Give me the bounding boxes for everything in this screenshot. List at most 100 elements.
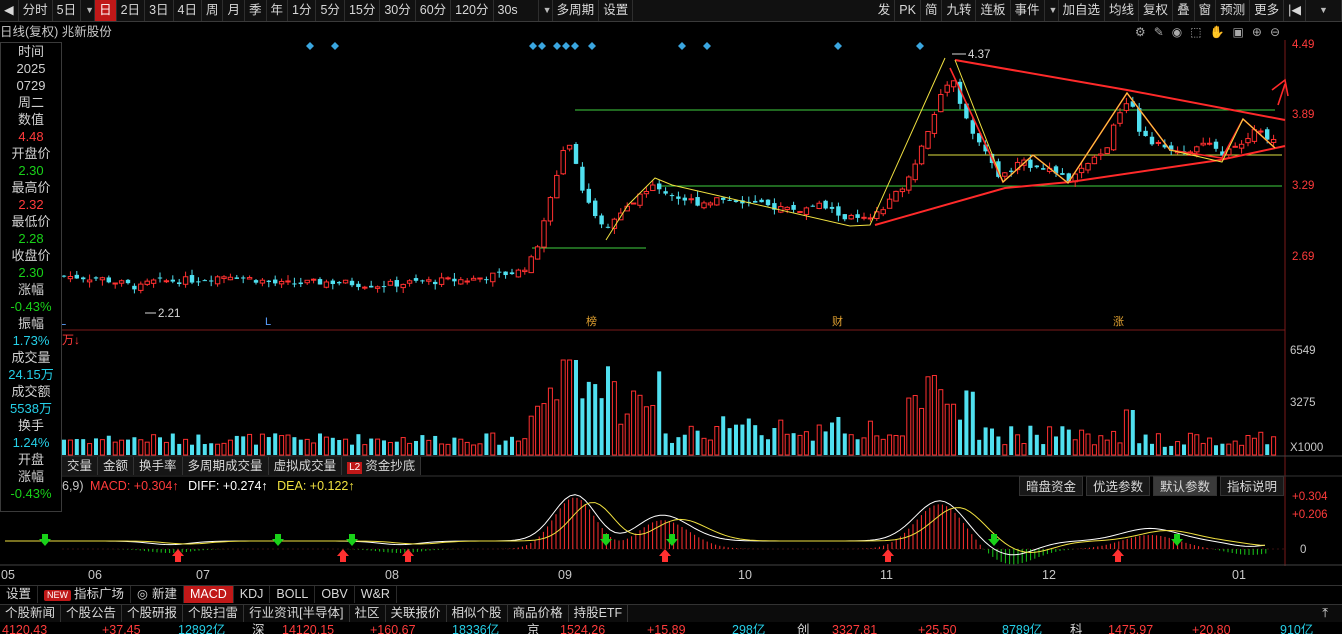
- volume-bar: [714, 425, 720, 456]
- volume-bar: [688, 425, 694, 456]
- default-params-button[interactable]: 默认参数: [1153, 476, 1218, 496]
- volume-bar: [701, 437, 707, 456]
- volume-bar: [823, 431, 828, 455]
- volume-bar: [426, 439, 432, 456]
- tab-industry-news[interactable]: 行业资讯[半导体]: [244, 605, 350, 622]
- candle: [534, 246, 541, 260]
- volume-bar: [1047, 426, 1053, 456]
- optimize-params-button[interactable]: 优选参数: [1086, 476, 1151, 496]
- tab-kdj[interactable]: KDJ: [234, 586, 271, 603]
- info-label: 数值: [17, 112, 44, 127]
- ticker-value: 1475.97: [1108, 623, 1154, 634]
- indicator-plaza-button[interactable]: NEW 指标广场: [38, 586, 132, 603]
- signal-diamond-icon: [553, 42, 561, 50]
- indicator-help-button[interactable]: 指标说明: [1220, 476, 1285, 496]
- volume-bar: [87, 443, 93, 456]
- volume-bar: [906, 397, 912, 456]
- event-mark[interactable]: 财: [832, 314, 843, 328]
- tab-risk-scan[interactable]: 个股扫雷: [183, 605, 245, 622]
- candle: [1245, 138, 1251, 144]
- info-value: 5538万: [10, 401, 52, 416]
- volume-bar: [1150, 443, 1154, 455]
- indicator-settings-button[interactable]: 设置: [0, 586, 39, 603]
- new-indicator-button[interactable]: ◎ 新建: [131, 586, 184, 603]
- event-mark[interactable]: 涨: [1113, 315, 1124, 328]
- candle: [177, 282, 182, 285]
- volume-bar: [874, 435, 880, 456]
- tab-obv[interactable]: OBV: [315, 586, 355, 603]
- volume-label: 3275: [1290, 397, 1316, 409]
- tab-wr[interactable]: W&R: [355, 586, 397, 603]
- tab-volume[interactable]: 交量: [62, 457, 99, 475]
- buy-arrow-icon: [882, 549, 894, 562]
- candle: [1041, 168, 1046, 170]
- candle: [721, 197, 726, 200]
- candle: [227, 276, 234, 281]
- volume-bar: [343, 438, 349, 456]
- month-label: 10: [738, 568, 752, 582]
- info-label: 最高价: [11, 180, 51, 195]
- candle: [797, 211, 803, 214]
- info-label: 成交量: [11, 350, 51, 365]
- pin-icon[interactable]: ⤒: [1322, 605, 1328, 621]
- ticker-change: +20.80: [1192, 623, 1231, 634]
- tab-announcements[interactable]: 个股公告: [61, 605, 123, 622]
- volume-bar: [631, 390, 637, 456]
- volume-bar: [1245, 435, 1251, 456]
- tab-macd[interactable]: MACD: [183, 586, 234, 603]
- volume-bar: [766, 439, 770, 455]
- info-value: 2.30: [18, 163, 44, 178]
- volume-bar: [1258, 431, 1264, 456]
- info-label: 涨幅: [17, 282, 44, 297]
- candle: [1009, 170, 1014, 172]
- tab-etf-holdings[interactable]: 持股ETF: [569, 605, 629, 622]
- candle: [387, 280, 394, 286]
- tab-virtual-volume[interactable]: 虚拟成交量: [268, 457, 343, 475]
- tab-turnover[interactable]: 换手率: [134, 457, 183, 475]
- volume-bar: [970, 391, 975, 455]
- volume-bar: [99, 439, 105, 456]
- tab-boll[interactable]: BOLL: [270, 586, 316, 603]
- tab-research[interactable]: 个股研报: [122, 605, 184, 622]
- info-label: 换手: [17, 418, 44, 433]
- tab-similar-stocks[interactable]: 相似个股: [447, 605, 508, 622]
- tab-fund-bottom[interactable]: L2 资金抄底: [342, 457, 422, 475]
- volume-bar: [535, 405, 541, 456]
- dark-pool-button[interactable]: 暗盘资金: [1019, 476, 1084, 496]
- candle: [369, 285, 374, 288]
- tab-commodity-prices[interactable]: 商品价格: [508, 605, 569, 622]
- volume-bar: [734, 424, 738, 455]
- trend-arrow-icon: [1277, 83, 1286, 106]
- volume-bar: [554, 399, 560, 456]
- robot-icon: ◎: [137, 587, 148, 601]
- info-label: 周二: [17, 95, 44, 110]
- tab-multi-volume[interactable]: 多周期成交量: [182, 457, 269, 475]
- candle: [630, 202, 637, 205]
- tab-related-quotes[interactable]: 关联报价: [386, 605, 447, 622]
- candle: [836, 206, 841, 216]
- tab-stock-news[interactable]: 个股新闻: [0, 605, 62, 622]
- candle: [214, 276, 221, 285]
- candle: [688, 198, 694, 201]
- volume-bar: [887, 434, 893, 456]
- volume-bar: [62, 439, 66, 455]
- candle: [278, 280, 285, 285]
- news-tabs: 个股新闻 个股公告 个股研报 个股扫雷 行业资讯[半导体] 社区 关联报价 相似…: [0, 604, 1342, 622]
- tab-community[interactable]: 社区: [350, 605, 386, 622]
- volume-bar: [784, 433, 790, 456]
- candle: [157, 277, 163, 279]
- tab-amount[interactable]: 金额: [98, 457, 135, 475]
- event-mark[interactable]: 榜: [586, 314, 597, 328]
- volume-bar: [337, 439, 342, 455]
- candle: [310, 278, 317, 281]
- volume-bar: [657, 371, 662, 455]
- candle: [1270, 138, 1277, 143]
- candle: [650, 184, 656, 192]
- candle: [349, 280, 355, 286]
- volume-bar: [490, 432, 496, 456]
- event-mark[interactable]: L: [265, 316, 271, 328]
- volume-bar: [298, 439, 303, 455]
- signal-diamond-icon: [678, 42, 686, 50]
- zigzag-line: [605, 57, 946, 241]
- volume-bar: [126, 439, 130, 455]
